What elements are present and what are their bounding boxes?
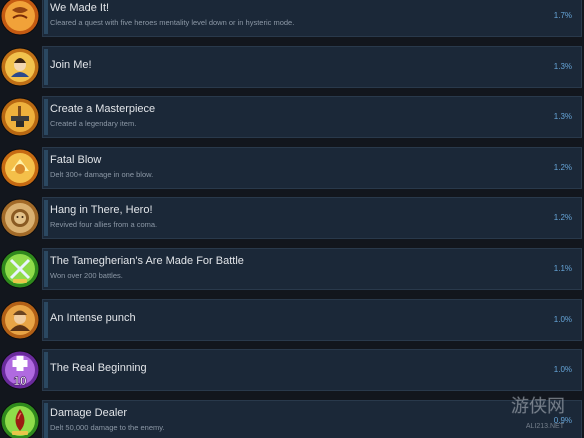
achievement-row[interactable]: Damage Dealer Delt 50,000 damage to the e… [0,399,584,438]
unlock-percentage: 1.2% [553,162,572,172]
unlock-percentage: 1.3% [553,112,572,122]
achievement-title: Join Me! [50,58,92,71]
panel-accent-bar [44,200,48,237]
svg-text:游侠网: 游侠网 [511,396,565,417]
unlock-percentage: 1.2% [553,213,572,223]
achievement-row[interactable]: An Intense punch 1.0% [0,298,584,343]
achievement-row[interactable]: The Tamegherian's Are Made For Battle Won… [0,247,584,292]
achievement-panel: Damage Dealer Delt 50,000 damage to the e… [42,399,582,438]
achievement-row[interactable]: Create a Masterpiece Created a legendary … [0,95,584,140]
achievement-description: Delt 300+ damage in one blow. [50,169,154,179]
achievement-description: Revived four allies from a coma. [50,220,158,230]
achievement-description: Delt 50,000 damage to the enemy. [50,422,165,432]
achievement-row[interactable]: Fatal Blow Delt 300+ damage in one blow. 1… [0,146,584,191]
achievement-title: The Tamegherian's Are Made For Battle [50,255,244,267]
achievement-title: We Made It! [50,2,110,14]
panel-accent-bar [44,402,48,438]
panel-accent-bar [44,0,48,34]
achievement-title: Fatal Blow [50,153,102,166]
achievement-title: Damage Dealer [50,406,128,419]
achievement-panel: Fatal Blow Delt 300+ damage in one blow. 1… [42,146,582,189]
achievement-row[interactable]: Join Me! 1.3% [0,45,584,90]
achievement-fist-icon [0,146,40,191]
unlock-percentage: 1.0% [553,314,572,324]
achievement-row[interactable]: Hang in There, Hero! Revived four allies … [0,196,584,241]
panel-accent-bar [44,149,48,186]
achievement-blood-drop-icon [0,399,40,438]
site-watermark-logo: 游侠网 [508,392,568,418]
achievement-panel: The Real Beginning 1.0% [42,349,582,392]
achievement-panel: Hang in There, Hero! Revived four allies … [42,197,582,240]
achievement-list: We Made It! Cleared a quest with five her… [0,0,584,438]
achievement-title: Create a Masterpiece [50,103,156,116]
panel-accent-bar [44,48,48,85]
achievement-panel: We Made It! Cleared a quest with five her… [42,0,582,37]
achievement-lion-icon [0,196,40,241]
achievement-warrior-portrait-icon [0,298,40,343]
watermark-url: ALI213.NET [525,423,564,430]
panel-accent-bar [44,301,48,338]
panel-accent-bar [44,352,48,389]
achievement-crossed-swords-icon [0,247,40,292]
panel-accent-bar [44,251,48,287]
unlock-percentage: 1.3% [553,61,572,71]
achievement-panel: The Tamegherian's Are Made For Battle Won… [42,248,582,290]
unlock-percentage: 1.1% [553,264,572,273]
achievement-description: Cleared a quest with five heroes mentali… [50,18,295,27]
achievement-title: An Intense punch [50,311,136,324]
achievement-quest-icon [0,0,40,39]
achievement-panel: Create a Masterpiece Created a legendary … [42,96,582,139]
achievement-title: The Real Beginning [50,362,147,375]
achievement-anvil-icon [0,95,40,140]
panel-accent-bar [44,99,48,136]
achievement-title: Hang in There, Hero! [50,204,153,217]
level-badge-number: 10 [13,374,27,388]
achievement-description: Created a legendary item. [50,119,137,129]
achievement-level-up-icon: 10 [0,348,40,393]
achievement-description: Won over 200 battles. [50,271,123,280]
achievement-panel: An Intense punch 1.0% [42,298,582,341]
unlock-percentage: 1.7% [553,11,572,20]
achievement-panel: Join Me! 1.3% [42,45,582,88]
achievement-row[interactable]: 10 The Real Beginning 1.0% [0,348,584,393]
achievement-hero-portrait-icon [0,45,40,90]
achievement-row[interactable]: We Made It! Cleared a quest with five her… [0,0,584,39]
unlock-percentage: 1.0% [553,365,572,375]
